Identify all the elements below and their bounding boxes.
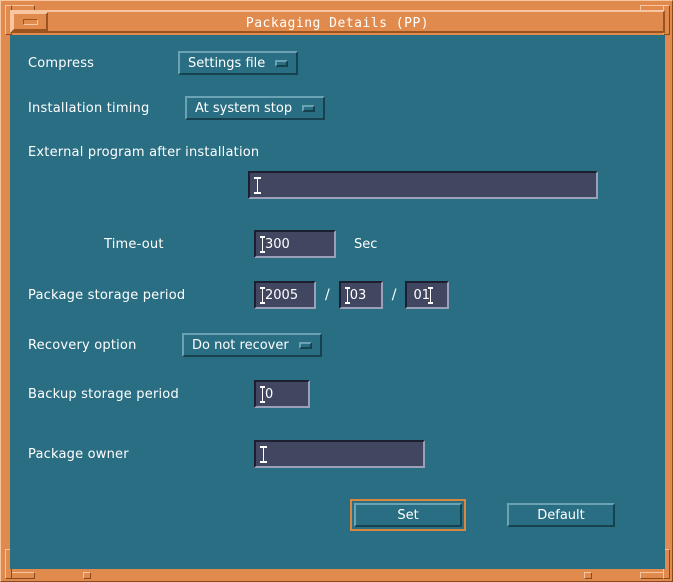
timeout-input-value: 300: [265, 237, 290, 252]
text-caret-icon: [260, 446, 267, 463]
row-package-storage-period: Package storage period 2005 / 03 / 01: [28, 281, 449, 309]
package-storage-year-value: 2005: [265, 288, 298, 303]
backup-storage-period-input[interactable]: 0: [254, 380, 310, 408]
external-program-input[interactable]: [248, 171, 598, 199]
row-external-program-input: [248, 171, 598, 199]
packaging-details-form: Compress Settings file Installation timi…: [10, 35, 665, 569]
row-package-owner: Package owner: [28, 440, 425, 468]
row-recovery-option: Recovery option Do not recover: [28, 333, 322, 357]
package-storage-month-input[interactable]: 03: [339, 281, 383, 309]
backup-storage-period-value: 0: [265, 387, 273, 402]
text-caret-icon: [254, 177, 261, 194]
package-owner-input[interactable]: [254, 440, 425, 468]
title-text-container: Packaging Details (PP): [12, 12, 663, 31]
compress-dropdown[interactable]: Settings file: [178, 51, 298, 75]
row-backup-storage-period: Backup storage period 0: [28, 380, 310, 408]
title-bar[interactable]: Packaging Details (PP): [10, 10, 665, 33]
chevron-down-icon: [299, 342, 312, 349]
dialog-client-area: Compress Settings file Installation timi…: [10, 35, 665, 569]
package-storage-month-value: 03: [350, 288, 367, 303]
dialog-button-bar: Set Default: [350, 499, 619, 531]
text-caret-icon: [345, 287, 350, 304]
default-button[interactable]: Default: [507, 503, 615, 527]
label-backup-storage-period: Backup storage period: [28, 387, 254, 402]
chevron-down-icon: [302, 105, 315, 112]
set-button-focus-ring: Set: [350, 499, 466, 531]
recovery-option-dropdown-value: Do not recover: [192, 338, 289, 353]
text-caret-icon: [260, 236, 265, 253]
set-button[interactable]: Set: [354, 503, 462, 527]
date-separator: /: [325, 287, 330, 303]
label-installation-timing: Installation timing: [28, 101, 185, 116]
resize-handle-bottom-mid-right[interactable]: [584, 572, 592, 579]
compress-dropdown-value: Settings file: [188, 56, 265, 71]
row-timeout: Time-out 300 Sec: [104, 230, 377, 258]
installation-timing-dropdown-value: At system stop: [195, 101, 292, 116]
recovery-option-dropdown[interactable]: Do not recover: [182, 333, 322, 357]
label-package-storage-period: Package storage period: [28, 288, 254, 303]
text-caret-icon: [260, 287, 265, 304]
label-package-owner: Package owner: [28, 447, 254, 462]
timeout-unit-label: Sec: [354, 237, 377, 252]
text-caret-icon: [428, 287, 433, 304]
page-title: Packaging Details (PP): [246, 16, 429, 31]
text-caret-icon: [260, 386, 265, 403]
row-installation-timing: Installation timing At system stop: [28, 96, 325, 120]
row-compress: Compress Settings file: [28, 51, 298, 75]
timeout-input[interactable]: 300: [254, 230, 336, 258]
package-storage-year-input[interactable]: 2005: [254, 281, 316, 309]
date-separator: /: [392, 287, 397, 303]
label-timeout: Time-out: [104, 237, 254, 252]
label-external-program: External program after installation: [28, 145, 259, 160]
resize-handle-bottom-mid-left[interactable]: [83, 572, 91, 579]
application-window: Packaging Details (PP) Compress Settings…: [0, 0, 673, 582]
row-external-program-label: External program after installation: [28, 145, 259, 160]
label-recovery-option: Recovery option: [28, 338, 182, 353]
default-button-wrapper: Default: [503, 499, 619, 531]
installation-timing-dropdown[interactable]: At system stop: [185, 96, 325, 120]
package-storage-day-input[interactable]: 01: [405, 281, 449, 309]
chevron-down-icon: [275, 60, 288, 67]
label-compress: Compress: [28, 56, 178, 71]
